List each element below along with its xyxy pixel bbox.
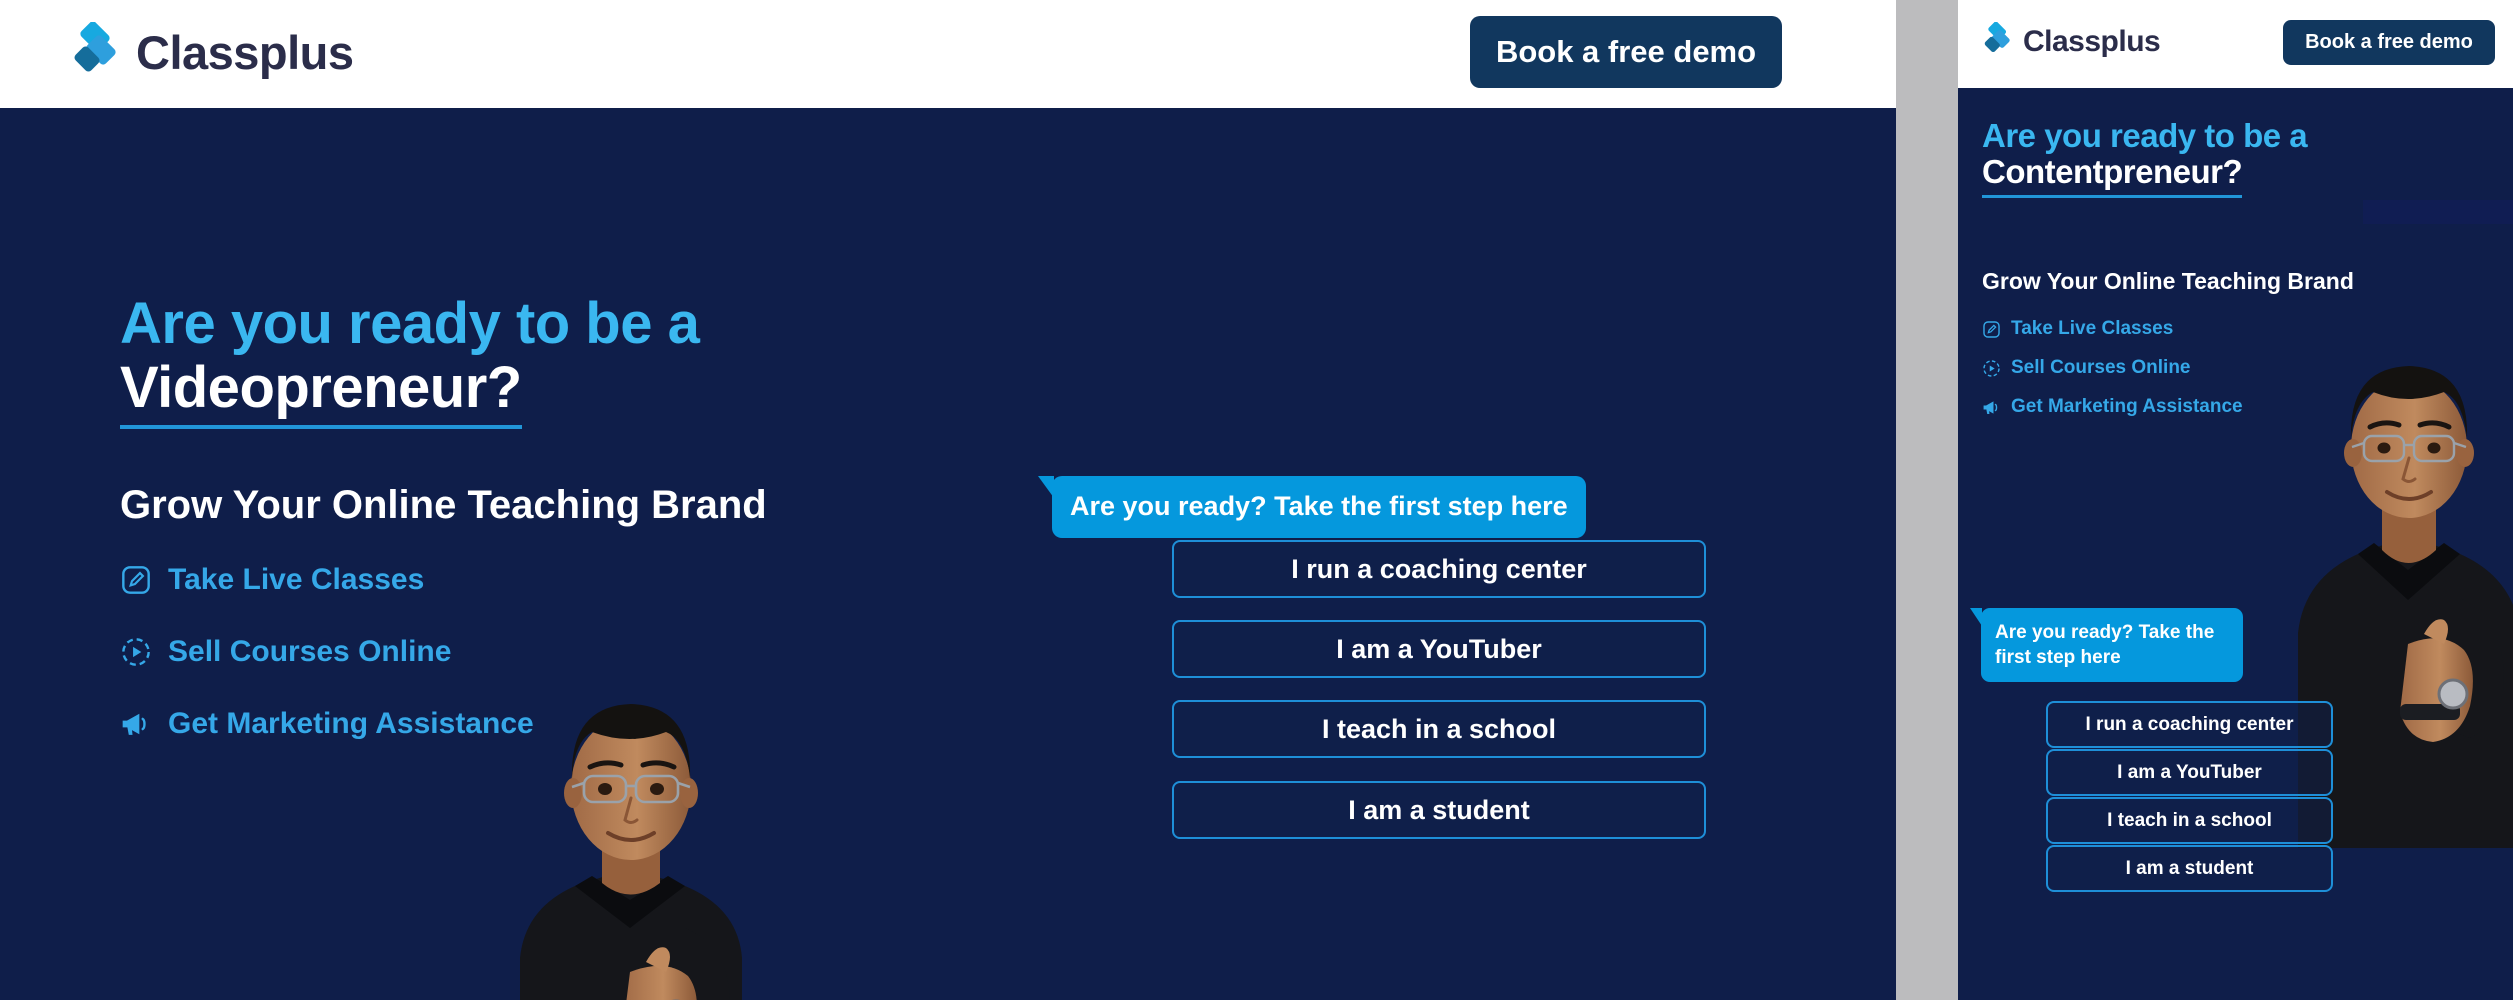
feature-label: Get Marketing Assistance bbox=[168, 707, 534, 740]
feature-item-take-live-classes[interactable]: Take Live Classes bbox=[120, 563, 534, 597]
desktop-chat-bubble: Are you ready? Take the first step here bbox=[1038, 476, 1586, 538]
desktop-headline-line2: Videopreneur? bbox=[120, 355, 522, 429]
desktop-book-free-demo-button[interactable]: Book a free demo bbox=[1470, 16, 1782, 88]
chat-option-coaching-center[interactable]: I run a coaching center bbox=[1172, 540, 1706, 598]
feature-label: Take Live Classes bbox=[2011, 318, 2174, 339]
mobile-logo[interactable]: Classplus bbox=[1982, 21, 2161, 61]
mobile-headline-line1: Are you ready to be a bbox=[1982, 117, 2308, 154]
mobile-chat-bubble: Are you ready? Take the first step here bbox=[1970, 608, 2243, 683]
classplus-chevron-logo-icon bbox=[1982, 21, 2016, 61]
mobile-logo-text: Classplus bbox=[2023, 24, 2161, 58]
desktop-hero-section: Are you ready to be a Videopreneur? Grow… bbox=[0, 108, 1896, 1000]
mobile-feature-list: Take Live Classes Sell Courses Online Ge… bbox=[1982, 318, 2243, 435]
play-circle-dashed-icon bbox=[120, 636, 152, 668]
desktop-logo-text: Classplus bbox=[136, 26, 354, 79]
desktop-subheadline: Grow Your Online Teaching Brand bbox=[120, 483, 767, 527]
desktop-person-photo bbox=[480, 628, 810, 1000]
chat-option-school-teacher[interactable]: I teach in a school bbox=[1172, 700, 1706, 758]
megaphone-icon bbox=[1982, 398, 2001, 417]
chat-option-school-teacher[interactable]: I teach in a school bbox=[2046, 797, 2333, 844]
feature-item-sell-courses-online[interactable]: Sell Courses Online bbox=[120, 635, 534, 669]
chat-option-youtuber[interactable]: I am a YouTuber bbox=[1172, 620, 1706, 678]
feature-label: Sell Courses Online bbox=[168, 635, 452, 668]
screenshot-stage: Classplus Book a free demo Are you ready… bbox=[0, 0, 2513, 1000]
panel-divider bbox=[1896, 0, 1958, 1000]
desktop-headline-line1: Are you ready to be a bbox=[120, 291, 700, 356]
classplus-chevron-logo-icon bbox=[70, 21, 126, 83]
mobile-accent-block bbox=[2363, 200, 2513, 224]
chat-option-youtuber[interactable]: I am a YouTuber bbox=[2046, 749, 2333, 796]
pencil-square-icon bbox=[1982, 320, 2001, 339]
chat-option-student[interactable]: I am a student bbox=[1172, 781, 1706, 839]
desktop-logo[interactable]: Classplus bbox=[70, 21, 354, 83]
mobile-site-header: Classplus Book a free demo bbox=[1958, 0, 2513, 88]
megaphone-icon bbox=[120, 708, 152, 740]
mobile-hero-section: Are you ready to be a Contentpreneur? Gr… bbox=[1958, 88, 2513, 1000]
mobile-book-free-demo-button[interactable]: Book a free demo bbox=[2283, 20, 2495, 65]
feature-item-take-live-classes[interactable]: Take Live Classes bbox=[1982, 318, 2243, 340]
feature-label: Take Live Classes bbox=[168, 563, 425, 596]
chat-option-student[interactable]: I am a student bbox=[2046, 845, 2333, 892]
pencil-square-icon bbox=[120, 564, 152, 596]
mobile-headline: Are you ready to be a Contentpreneur? bbox=[1982, 117, 2308, 198]
feature-item-get-marketing-assistance[interactable]: Get Marketing Assistance bbox=[120, 707, 534, 741]
mobile-viewport: Classplus Book a free demo Are you ready… bbox=[1958, 0, 2513, 1000]
desktop-viewport: Classplus Book a free demo Are you ready… bbox=[0, 0, 1896, 1000]
desktop-site-header: Classplus Book a free demo bbox=[0, 0, 1896, 108]
mobile-headline-line2: Contentpreneur? bbox=[1982, 153, 2243, 198]
feature-item-get-marketing-assistance[interactable]: Get Marketing Assistance bbox=[1982, 396, 2243, 418]
desktop-feature-list: Take Live Classes Sell Courses Online Ge… bbox=[120, 563, 534, 779]
feature-label: Sell Courses Online bbox=[2011, 357, 2191, 378]
feature-item-sell-courses-online[interactable]: Sell Courses Online bbox=[1982, 357, 2243, 379]
feature-label: Get Marketing Assistance bbox=[2011, 396, 2243, 417]
desktop-headline: Are you ready to be a Videopreneur? bbox=[120, 291, 700, 429]
play-circle-dashed-icon bbox=[1982, 359, 2001, 378]
chat-option-coaching-center[interactable]: I run a coaching center bbox=[2046, 701, 2333, 748]
